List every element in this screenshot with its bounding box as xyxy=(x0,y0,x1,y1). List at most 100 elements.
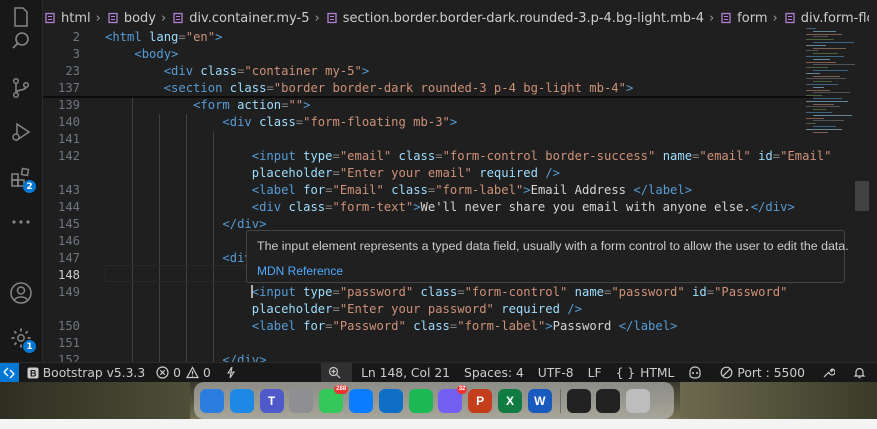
code-line[interactable]: 150 <label for="Password" class="form-la… xyxy=(43,318,803,335)
code-line[interactable]: placeholder="Enter your email" required … xyxy=(43,165,803,182)
word-app-icon[interactable]: W xyxy=(527,388,552,413)
line-number: 139 xyxy=(57,98,80,112)
safari-app-icon[interactable] xyxy=(229,388,254,413)
code-token: "" xyxy=(288,98,304,112)
code-token: "Password" xyxy=(714,285,788,299)
finder-app-icon[interactable] xyxy=(200,388,224,413)
code-token: "Enter your email" xyxy=(339,166,480,180)
code-token: </div> xyxy=(750,200,795,214)
eol-status[interactable]: LF xyxy=(581,363,609,383)
language-mode[interactable]: { } HTML xyxy=(609,363,682,383)
indentation-status[interactable]: Spaces: 4 xyxy=(457,363,531,383)
sticky-line[interactable]: 3 <body> xyxy=(43,46,803,63)
minimap-line xyxy=(813,120,844,122)
window-edge xyxy=(869,0,877,362)
code-line[interactable]: 151 xyxy=(43,335,803,352)
more-button[interactable] xyxy=(0,205,42,239)
line-number: 140 xyxy=(57,115,80,129)
minimap-line xyxy=(813,131,828,133)
mdn-reference-link[interactable]: MDN Reference xyxy=(257,264,343,278)
cursor-position[interactable]: Ln 148, Col 21 xyxy=(352,363,457,383)
code-token: class xyxy=(288,200,326,214)
code-token: Email Address xyxy=(530,183,634,197)
code-editor[interactable]: 2 <html lang="en"> 3 <body> 23 <div class="… xyxy=(43,28,855,371)
minimap-line xyxy=(806,39,834,41)
activity-bar: 2 1 xyxy=(0,0,43,362)
code-line[interactable]: 149 <input type="password" class="form-c… xyxy=(43,284,803,301)
viber-app-icon[interactable]: 32 xyxy=(438,384,468,413)
bootstrap-status[interactable]: B Bootstrap v5.3.3 xyxy=(19,363,152,383)
sticky-line[interactable]: 137 <section class="border border-dark r… xyxy=(43,80,803,97)
messenger-app-icon[interactable] xyxy=(348,388,373,413)
vscode-app-icon[interactable] xyxy=(378,388,403,413)
minimap-line xyxy=(813,64,856,66)
source-control-button[interactable] xyxy=(0,71,42,105)
ports-status[interactable] xyxy=(218,363,247,383)
notifications-button[interactable] xyxy=(846,363,877,383)
braces-icon: { } xyxy=(615,365,636,380)
live-server-status[interactable]: Port : 5500 xyxy=(713,363,812,383)
code-line[interactable]: 140 <div class="form-floating mb-3"> xyxy=(43,114,803,131)
line-code: <label for="Email" class="form-label">Em… xyxy=(105,182,692,199)
code-line[interactable]: placeholder="Enter your password" requir… xyxy=(43,301,803,318)
spotify-app-icon[interactable] xyxy=(408,388,433,413)
breadcrumb-item[interactable]: div.form-floating.mb-3 xyxy=(783,11,877,26)
sticky-line[interactable]: 23 <div class="container my-5"> xyxy=(43,63,803,80)
remote-button[interactable] xyxy=(0,362,19,383)
breadcrumb-item[interactable]: body xyxy=(106,11,156,26)
code-line[interactable]: 144 <div class="form-text">We'll never s… xyxy=(43,199,803,216)
code-token: > xyxy=(303,98,311,112)
sticky-line[interactable]: 2 <html lang="en"> xyxy=(43,29,803,46)
manage-button[interactable]: 1 xyxy=(0,321,42,355)
app-icon-letter: P xyxy=(476,393,485,408)
remote-icon xyxy=(3,367,15,378)
accounts-button[interactable] xyxy=(0,276,42,310)
recent-window-2-icon[interactable] xyxy=(596,388,621,413)
line-number: 141 xyxy=(57,132,80,146)
teams-app-icon[interactable]: T xyxy=(259,388,284,413)
breadcrumb-item[interactable]: div.container.my-5 xyxy=(171,11,310,26)
code-token: </label> xyxy=(633,183,693,197)
code-token: class xyxy=(413,319,450,333)
encoding-status[interactable]: UTF-8 xyxy=(531,363,581,383)
run-debug-button[interactable] xyxy=(0,115,42,149)
settings-badge: 1 xyxy=(23,340,36,353)
messages-app-icon[interactable]: 288 xyxy=(319,384,349,413)
scrollbar-thumb[interactable] xyxy=(855,181,869,211)
search-button[interactable] xyxy=(0,24,42,58)
line-code: <div class="form-text">We'll never share… xyxy=(105,199,795,216)
zoom-icon xyxy=(328,366,341,379)
code-line[interactable]: 141 xyxy=(43,131,803,148)
code-line[interactable]: 143 <label for="Email" class="form-label… xyxy=(43,182,803,199)
breadcrumb-item[interactable]: form xyxy=(719,11,767,26)
breadcrumb-item[interactable]: html xyxy=(43,11,91,26)
recent-window-1-icon[interactable] xyxy=(566,388,591,413)
trash-icon[interactable] xyxy=(626,388,651,413)
code-token: > xyxy=(545,319,553,333)
notification-badge: 32 xyxy=(456,384,468,394)
code-token: = xyxy=(457,285,465,299)
settings-sync-status[interactable] xyxy=(812,363,846,383)
breadcrumb-separator: › xyxy=(708,10,715,26)
error-count: 0 xyxy=(173,365,181,380)
minimap[interactable] xyxy=(802,28,856,138)
copilot-status[interactable] xyxy=(681,363,713,383)
element-icon xyxy=(327,12,337,24)
bootstrap-icon: B xyxy=(27,367,39,378)
extensions-button[interactable]: 2 xyxy=(0,161,42,195)
code-token: <div xyxy=(222,115,260,129)
problems-status[interactable]: 0 0 xyxy=(152,363,218,383)
system-settings-app-icon[interactable] xyxy=(289,388,314,413)
code-line[interactable]: 142 <input type="email" class="form-cont… xyxy=(43,148,832,165)
line-code: <html lang="en"> xyxy=(105,29,222,46)
breadcrumb-item[interactable]: section.border.border-dark.rounded-3.p-4… xyxy=(325,11,704,26)
line-code: <form action=""> xyxy=(105,97,311,114)
line-code: placeholder="Enter your email" required … xyxy=(105,165,560,182)
breadcrumb-label: html xyxy=(61,10,91,26)
warning-icon xyxy=(185,366,199,379)
code-line[interactable]: 139 <form action=""> xyxy=(43,97,803,114)
excel-app-icon[interactable]: X xyxy=(497,388,522,413)
powerpoint-app-icon[interactable]: P xyxy=(468,388,493,413)
zoom-status[interactable] xyxy=(321,362,353,383)
